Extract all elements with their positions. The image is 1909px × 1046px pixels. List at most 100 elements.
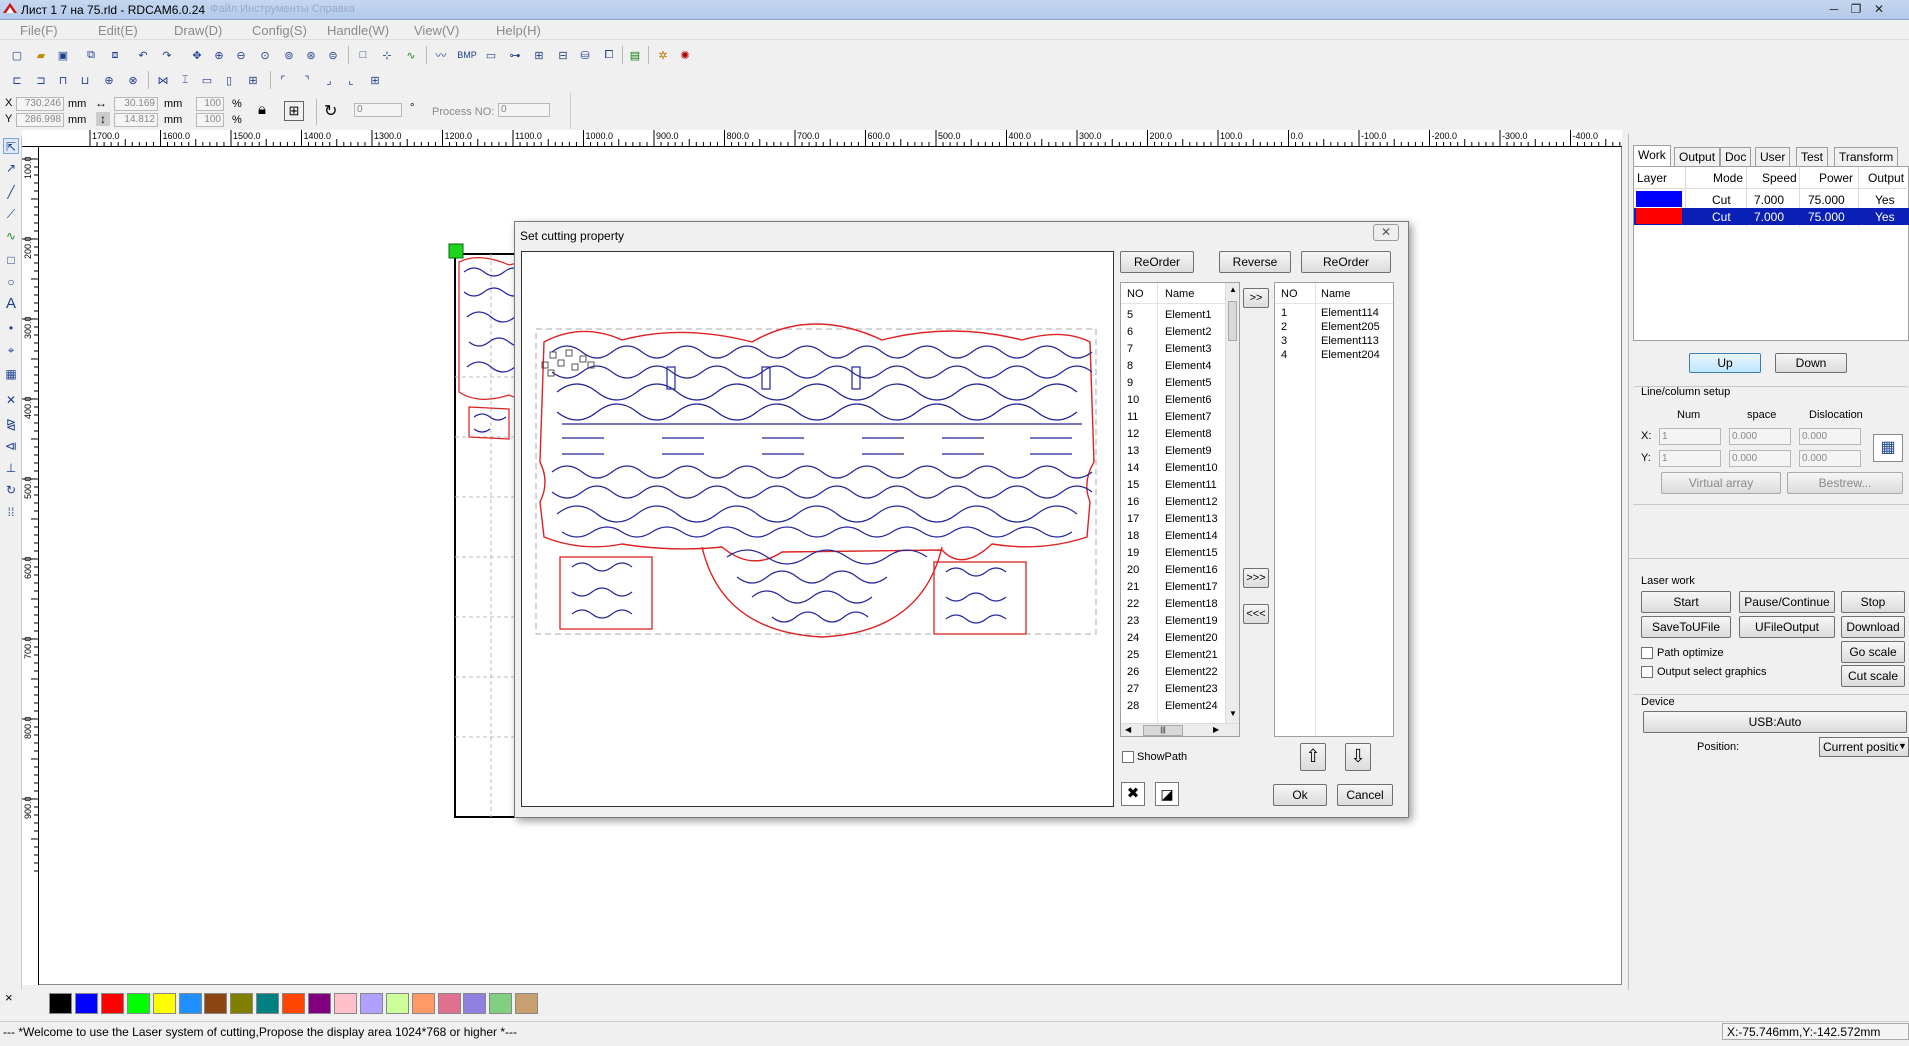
align-bottom-right-icon[interactable]: ⌟ (320, 71, 338, 89)
download-button[interactable]: Download (1841, 616, 1905, 638)
output-select-graphics-checkbox[interactable] (1641, 666, 1653, 678)
distribute-v-icon[interactable]: ⌶ (176, 71, 194, 89)
color-swatch[interactable] (100, 993, 124, 1014)
list-item[interactable]: 14 Element10 (1121, 460, 1227, 477)
move-all-left-button[interactable]: <<< (1243, 604, 1269, 624)
color-swatch[interactable] (411, 993, 435, 1014)
array-y-num-input[interactable]: 1 (1659, 450, 1721, 467)
lock-icon[interactable]: 🔒︎ (258, 101, 274, 121)
list-item[interactable]: 8 Element4 (1121, 358, 1227, 375)
color-swatch[interactable] (489, 993, 513, 1014)
system-icon[interactable]: ✺ (676, 46, 694, 64)
open-file-icon[interactable]: ▰ (32, 46, 50, 64)
path-optimize-checkbox[interactable] (1641, 647, 1653, 659)
list-item[interactable]: 19 Element15 (1121, 545, 1227, 562)
move-selected-right-button[interactable]: >> (1243, 288, 1269, 308)
scroll-down-icon[interactable]: ▼ (1229, 709, 1237, 718)
tab-test[interactable]: Test (1796, 147, 1829, 166)
color-swatch[interactable] (333, 993, 357, 1014)
list-item[interactable]: 13 Element9 (1121, 443, 1227, 460)
list-item[interactable]: 12 Element8 (1121, 426, 1227, 443)
layer-down-button[interactable]: Down (1775, 353, 1847, 373)
zoom-page-icon[interactable]: ⊙ (256, 46, 274, 64)
tab-doc[interactable]: Doc (1720, 147, 1752, 166)
list-item[interactable]: 16 Element12 (1121, 494, 1227, 511)
align-bottom-left-icon[interactable]: ⌞ (342, 71, 360, 89)
list-item[interactable]: 28 Element24 (1121, 698, 1227, 715)
color-swatch[interactable] (515, 993, 539, 1014)
array-grid-icon[interactable]: ▦ (1873, 434, 1903, 462)
color-swatch[interactable] (126, 993, 150, 1014)
tab-transform[interactable]: Transform (1834, 147, 1899, 166)
pan-icon[interactable]: ✥ (188, 46, 206, 64)
measure-icon[interactable]: ⊟ (554, 46, 572, 64)
frame-icon[interactable]: ▭ (482, 46, 500, 64)
list-item[interactable]: 17 Element13 (1121, 511, 1227, 528)
list-item[interactable]: 5 Element1 (1121, 307, 1227, 324)
color-swatch[interactable] (230, 993, 254, 1014)
process-number-input[interactable]: 0 (498, 103, 550, 117)
mirror-h-tool-icon[interactable]: ⧎ (3, 416, 19, 432)
array-tool-icon[interactable]: ⁞⁞ (3, 504, 19, 520)
point-tool-icon[interactable]: • (3, 320, 19, 336)
color-swatch[interactable] (178, 993, 202, 1014)
palette-close-icon[interactable]: × (5, 990, 13, 1005)
line-tool-icon[interactable]: ╱ (3, 184, 19, 200)
grid-tool-icon[interactable]: ▦ (3, 366, 19, 382)
scale-x-input[interactable]: 100 (196, 97, 224, 111)
distribute-h-icon[interactable]: ⋈ (154, 71, 172, 89)
bmp-icon[interactable]: BMP (454, 46, 480, 64)
save-file-icon[interactable]: ▣ (54, 46, 72, 64)
select-tool-icon[interactable]: ⇱ (3, 138, 19, 154)
rotate-tool-icon[interactable]: ↻ (3, 482, 19, 498)
go-scale-button[interactable]: Go scale (1841, 641, 1905, 663)
list-item[interactable]: 24 Element20 (1121, 630, 1227, 647)
y-position-input[interactable]: 286.998 (16, 113, 64, 127)
list-item[interactable]: 9 Element5 (1121, 375, 1227, 392)
reverse-button[interactable]: Reverse (1219, 251, 1291, 273)
cut-scale-button[interactable]: Cut scale (1841, 665, 1905, 687)
menu-handle[interactable]: Handle(W) (327, 23, 389, 38)
list-item[interactable]: 7 Element3 (1121, 341, 1227, 358)
same-height-icon[interactable]: ▯ (220, 71, 238, 89)
color-swatch[interactable] (282, 993, 306, 1014)
node-tool-icon[interactable]: ↗ (3, 160, 19, 176)
reorder-right-button[interactable]: ReOrder (1301, 251, 1391, 273)
color-swatch[interactable] (463, 993, 487, 1014)
virtual-array-button[interactable]: Virtual array (1661, 472, 1781, 494)
list-item[interactable]: 27 Element23 (1121, 681, 1227, 698)
layer-table[interactable]: Layer Mode Speed Power Output Cut 7.000 … (1633, 166, 1909, 341)
scroll-left-icon[interactable]: ◀ (1125, 725, 1131, 734)
cancel-button[interactable]: Cancel (1337, 784, 1393, 806)
zoom-all-icon[interactable]: ⊛ (302, 46, 320, 64)
scroll-thumb[interactable] (1228, 301, 1237, 341)
menu-view[interactable]: View(V) (414, 23, 459, 38)
node-edit-icon[interactable]: ⊹ (378, 46, 396, 64)
u-file-output-button[interactable]: UFileOutput (1739, 616, 1835, 638)
align-top-icon[interactable]: ⊓ (54, 71, 72, 89)
bestrew-button[interactable]: Bestrew... (1787, 472, 1903, 494)
show-path-checkbox[interactable] (1122, 751, 1134, 763)
same-size-icon[interactable]: ⊞ (244, 71, 262, 89)
zoom-window-icon[interactable]: ◪ (1155, 782, 1179, 806)
polyline-tool-icon[interactable]: ⟋ (3, 206, 19, 222)
color-swatch[interactable] (152, 993, 176, 1014)
monitor-icon[interactable]: ▤ (626, 46, 644, 64)
scale-y-input[interactable]: 100 (196, 113, 224, 127)
color-swatch[interactable] (385, 993, 409, 1014)
start-button[interactable]: Start (1641, 591, 1731, 613)
copy-icon[interactable]: ⧠ (600, 46, 618, 64)
unassigned-elements-list[interactable]: NO Name 5 Element1 6 Element2 7 Element3 8 Elem… (1120, 282, 1240, 737)
color-swatch[interactable] (74, 993, 98, 1014)
dialog-close-button[interactable]: ✕ (1373, 224, 1399, 241)
align-top-left-icon[interactable]: ⌜ (274, 71, 292, 89)
align-bottom-icon[interactable]: ⊔ (76, 71, 94, 89)
new-file-icon[interactable]: ▢ (8, 46, 26, 64)
hscroll-thumb[interactable]: ||| (1143, 725, 1183, 736)
position-dropdown[interactable]: Current positic ▼ (1819, 737, 1909, 757)
list-item[interactable]: 21 Element17 (1121, 579, 1227, 596)
tab-output[interactable]: Output (1674, 147, 1721, 166)
ordered-elements-list[interactable]: NO Name 1 Element114 2 Element205 3 Element11… (1274, 282, 1394, 737)
tab-work[interactable]: Work (1633, 145, 1671, 166)
mirror-v-tool-icon[interactable]: ⧏ (3, 438, 19, 454)
